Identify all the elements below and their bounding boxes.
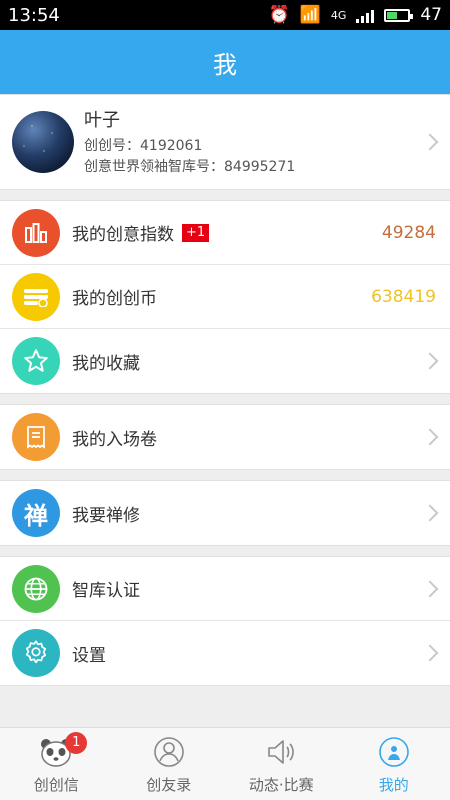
status-time: 13:54	[8, 4, 60, 26]
creative-index-row[interactable]: 我的创意指数 +1 49284	[0, 201, 450, 265]
bar-chart-icon	[12, 208, 60, 257]
network-type: 4G	[330, 8, 347, 22]
think-tank-label: 智库认证	[72, 581, 140, 601]
creative-index-label: 我的创意指数 +1	[72, 220, 382, 245]
gear-icon	[12, 629, 60, 677]
signal-icon	[356, 7, 375, 23]
settings-row[interactable]: 设置	[0, 621, 450, 685]
profile-id: 创创号：4192061	[84, 138, 203, 154]
top-bar: 我	[0, 30, 450, 94]
chevron-right-icon	[421, 352, 439, 370]
tab-friends[interactable]: 创友录	[114, 734, 224, 795]
profile-name: 叶子	[84, 110, 120, 131]
chevron-right-icon	[421, 428, 439, 446]
tab-mine[interactable]: 我的	[339, 734, 449, 795]
meditation-icon-char: 禅	[24, 501, 48, 530]
bottom-tab-bar: 1 创创信 创友录 动态·比赛 我的	[0, 727, 450, 800]
coins-value: 638419	[371, 286, 436, 307]
globe-icon	[12, 564, 60, 613]
meditation-icon: 禅	[12, 489, 60, 537]
tab-mine-label: 我的	[378, 775, 409, 794]
star-icon	[12, 337, 60, 385]
favorites-row[interactable]: 我的收藏	[0, 329, 450, 393]
creative-index-badge: +1	[182, 223, 210, 242]
user-icon	[376, 734, 412, 770]
coins-row[interactable]: 我的创创币 638419	[0, 265, 450, 329]
profile-row[interactable]: 叶子 创创号：4192061 创意世界领袖智库号：84995271	[0, 95, 450, 189]
tab-dynamics-label: 动态·比赛	[248, 775, 314, 794]
settings-label: 设置	[72, 645, 106, 666]
tab-chuangxin-label: 创创信	[33, 775, 79, 794]
battery-level: 47	[420, 5, 442, 25]
chevron-right-icon	[421, 644, 439, 662]
ticket-icon	[12, 413, 60, 461]
tickets-card: 我的入场卷	[0, 404, 450, 470]
meditation-card: 禅 我要禅修	[0, 480, 450, 546]
meditation-row[interactable]: 禅 我要禅修	[0, 481, 450, 545]
wifi-icon: 📶	[299, 5, 321, 25]
tickets-row[interactable]: 我的入场卷	[0, 405, 450, 469]
battery-icon	[384, 8, 414, 22]
page-title: 我	[213, 50, 237, 79]
page-content: 叶子 创创号：4192061 创意世界领袖智库号：84995271 我的创意指数…	[0, 94, 450, 728]
contacts-icon	[151, 734, 187, 770]
status-icons: ⏰ 📶 4G 47	[268, 5, 442, 25]
chevron-right-icon	[421, 133, 439, 151]
favorites-label: 我的收藏	[72, 353, 140, 374]
alarm-icon: ⏰	[268, 5, 290, 25]
coin-icon	[12, 272, 60, 321]
think-tank-row[interactable]: 智库认证	[0, 557, 450, 621]
creative-index-value: 49284	[381, 222, 436, 243]
tickets-label: 我的入场卷	[72, 429, 157, 450]
settings-card: 智库认证 设置	[0, 556, 450, 686]
tab-dynamics[interactable]: 动态·比赛	[226, 734, 336, 795]
tab-chuangxin[interactable]: 1 创创信	[1, 731, 111, 795]
chevron-right-icon	[421, 580, 439, 597]
avatar	[12, 111, 74, 173]
creative-index-text: 我的创意指数	[72, 225, 174, 245]
meditation-label: 我要禅修	[72, 505, 140, 526]
speaker-icon	[263, 734, 299, 770]
chevron-right-icon	[421, 504, 439, 522]
profile-think-tank-id: 创意世界领袖智库号：84995271	[84, 159, 296, 175]
coins-label: 我的创创币	[72, 289, 157, 309]
status-bar: 13:54 ⏰ 📶 4G 47	[0, 0, 450, 30]
unread-badge: 1	[65, 731, 88, 754]
tab-friends-label: 创友录	[146, 775, 192, 794]
stats-card: 我的创意指数 +1 49284 我的创创币 638419 我的收藏	[0, 200, 450, 394]
profile-card[interactable]: 叶子 创创号：4192061 创意世界领袖智库号：84995271	[0, 94, 450, 190]
profile-info: 叶子 创创号：4192061 创意世界领袖智库号：84995271	[84, 106, 414, 178]
